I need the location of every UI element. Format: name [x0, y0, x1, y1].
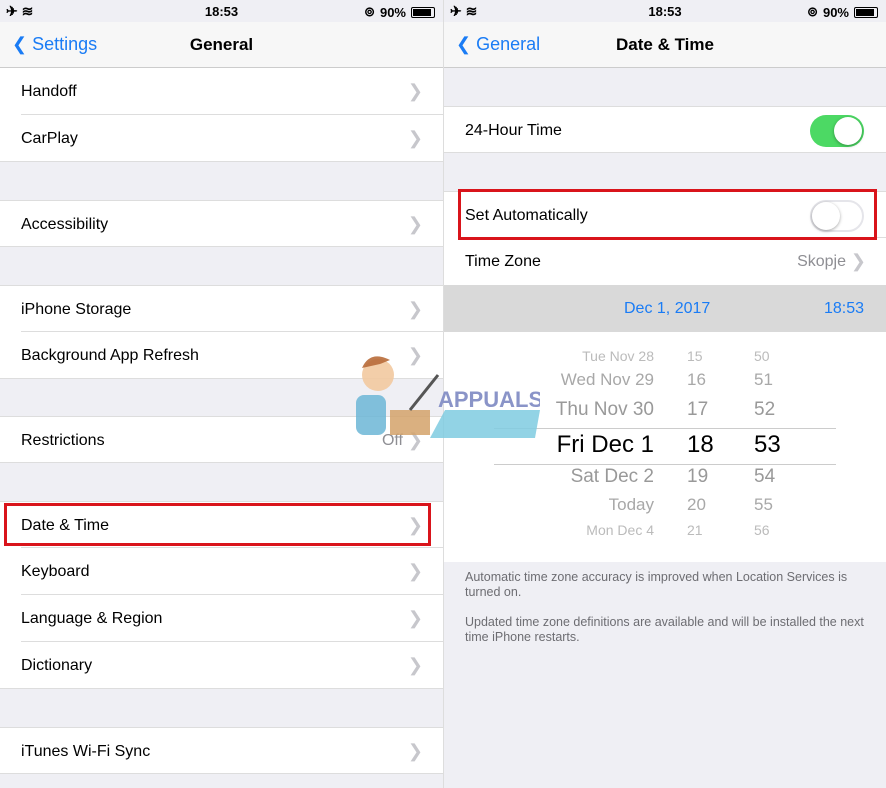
- row-handoff[interactable]: Handoff ❯: [0, 68, 443, 115]
- chevron-right-icon: ❯: [407, 128, 423, 148]
- row-time-zone[interactable]: Time Zone Skopje ❯: [444, 238, 886, 285]
- row-dictionary[interactable]: Dictionary ❯: [0, 642, 443, 689]
- chevron-right-icon: ❯: [407, 655, 423, 675]
- page-title: Date & Time: [616, 35, 714, 54]
- row-carplay[interactable]: CarPlay ❯: [0, 115, 443, 162]
- appuals-watermark-logo: APPUALS: [356, 356, 540, 438]
- chevron-right-icon: ❯: [407, 81, 423, 101]
- picker-row[interactable]: Today 20 55: [444, 495, 886, 525]
- highlight-box: [458, 189, 877, 240]
- row-keyboard[interactable]: Keyboard ❯: [0, 548, 443, 595]
- date-time-bar[interactable]: Dec 1, 2017 18:53: [444, 285, 886, 332]
- picker-row[interactable]: Mon Dec 4 21 56: [444, 522, 886, 552]
- picker-row[interactable]: Sat Dec 2 19 54: [444, 466, 886, 496]
- battery-icon: [854, 6, 878, 18]
- row-24-hour-time: 24-Hour Time: [444, 106, 886, 153]
- highlight-box: [4, 503, 431, 546]
- 24-hour-toggle[interactable]: [810, 115, 864, 147]
- row-iphone-storage[interactable]: iPhone Storage ❯: [0, 285, 443, 332]
- row-language-region[interactable]: Language & Region ❯: [0, 595, 443, 642]
- chevron-right-icon: ❯: [850, 251, 866, 271]
- svg-text:APPUALS: APPUALS: [438, 387, 540, 412]
- nav-bar: ❮ Settings General: [0, 22, 443, 68]
- row-itunes-wi-fi-sync[interactable]: iTunes Wi-Fi Sync ❯: [0, 727, 443, 774]
- row-accessibility[interactable]: Accessibility ❯: [0, 200, 443, 247]
- chevron-right-icon: ❯: [407, 608, 423, 628]
- page-title: General: [189, 35, 254, 54]
- battery-icon: [411, 6, 435, 18]
- rotation-lock-icon: ⊚: [807, 4, 818, 19]
- rotation-lock-icon: ⊚: [364, 4, 375, 19]
- chevron-right-icon: ❯: [407, 214, 423, 234]
- chevron-right-icon: ❯: [407, 299, 423, 319]
- status-bar: ✈ ︎≋ 18:53 ⊚ 90%: [0, 0, 443, 22]
- chevron-right-icon: ❯: [407, 561, 423, 581]
- nav-bar: ❮ General Date & Time: [444, 22, 886, 68]
- chevron-right-icon: ❯: [407, 741, 423, 761]
- status-bar: ✈ ︎≋ 18:53 ⊚ 90%: [444, 0, 886, 22]
